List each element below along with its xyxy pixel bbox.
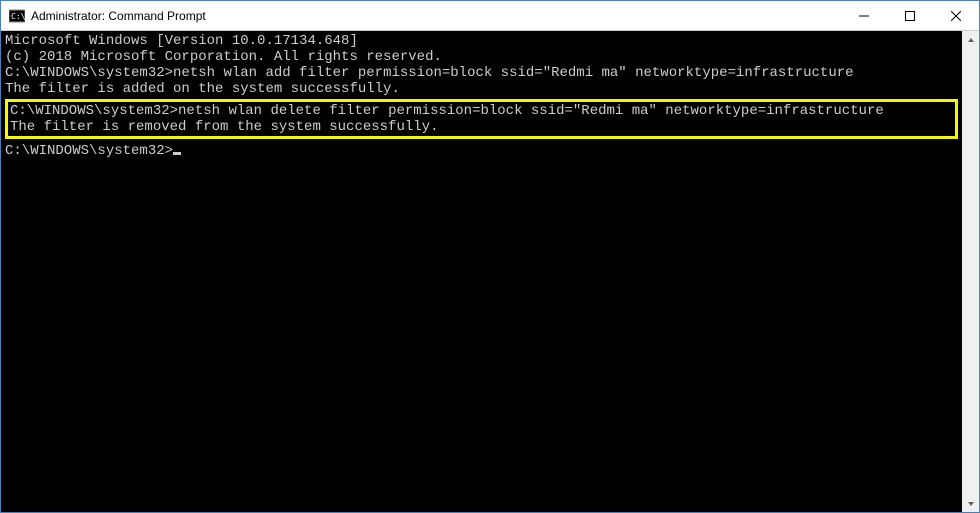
maximize-button[interactable] xyxy=(887,1,933,30)
console-line: The filter is removed from the system su… xyxy=(10,119,953,135)
command-prompt-window: C:\ Administrator: Command Prompt Micros… xyxy=(0,0,980,513)
console-line: C:\WINDOWS\system32> xyxy=(5,143,958,159)
vertical-scrollbar[interactable] xyxy=(962,31,979,512)
cmd-icon: C:\ xyxy=(9,8,25,24)
scroll-up-button[interactable] xyxy=(962,31,979,48)
prompt-path: C:\WINDOWS\system32> xyxy=(5,65,173,81)
scroll-track[interactable] xyxy=(962,48,979,495)
text-cursor xyxy=(173,152,181,155)
prompt-command: netsh wlan add filter permission=block s… xyxy=(173,65,854,81)
window-controls xyxy=(841,1,979,30)
console-line: C:\WINDOWS\system32>netsh wlan add filte… xyxy=(5,65,958,81)
prompt-command: netsh wlan delete filter permission=bloc… xyxy=(178,103,884,119)
svg-text:C:\: C:\ xyxy=(11,12,25,21)
prompt-path: C:\WINDOWS\system32> xyxy=(5,143,173,159)
prompt-path: C:\WINDOWS\system32> xyxy=(10,103,178,119)
window-title: Administrator: Command Prompt xyxy=(31,9,841,23)
minimize-button[interactable] xyxy=(841,1,887,30)
console-line: Microsoft Windows [Version 10.0.17134.64… xyxy=(5,33,958,49)
close-button[interactable] xyxy=(933,1,979,30)
scroll-down-button[interactable] xyxy=(962,495,979,512)
console-output[interactable]: Microsoft Windows [Version 10.0.17134.64… xyxy=(1,31,962,512)
highlighted-region: C:\WINDOWS\system32>netsh wlan delete fi… xyxy=(5,99,958,139)
console-line: The filter is added on the system succes… xyxy=(5,81,958,97)
titlebar[interactable]: C:\ Administrator: Command Prompt xyxy=(1,1,979,31)
console-line: (c) 2018 Microsoft Corporation. All righ… xyxy=(5,49,958,65)
client-area: Microsoft Windows [Version 10.0.17134.64… xyxy=(1,31,979,512)
console-line: C:\WINDOWS\system32>netsh wlan delete fi… xyxy=(10,103,953,119)
